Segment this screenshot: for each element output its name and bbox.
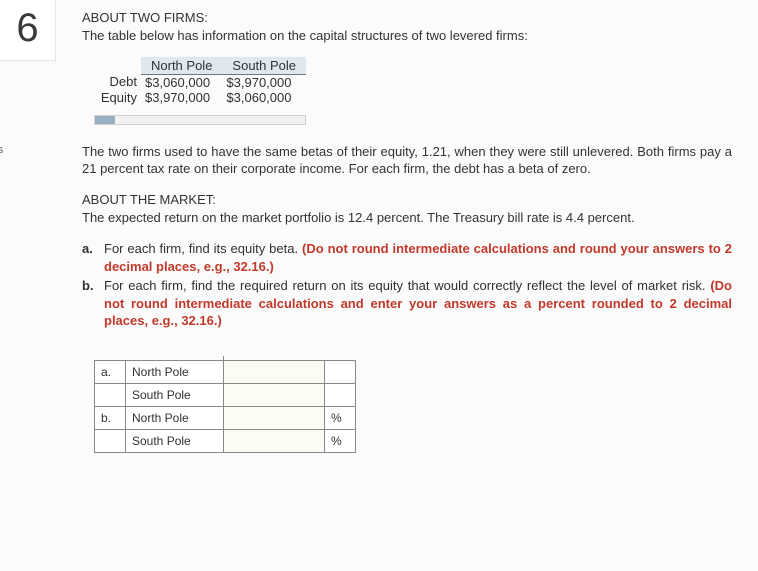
- question-a-text: For each firm, find its equity beta. (Do…: [104, 240, 732, 275]
- answer-part: [95, 383, 126, 406]
- points-label: oints: [0, 144, 3, 156]
- question-page: 6 oints ABOUT TWO FIRMS: The table below…: [0, 0, 758, 571]
- blank-header: [94, 57, 141, 75]
- cell-value: $3,060,000: [141, 74, 222, 90]
- answer-row: South Pole %: [95, 429, 356, 452]
- row-label: Debt: [94, 74, 141, 90]
- cell-value: $3,060,000: [222, 90, 306, 105]
- question-a: a. For each firm, find its equity beta. …: [82, 240, 732, 275]
- row-label: Equity: [94, 90, 141, 105]
- about-market-paragraph: The expected return on the market portfo…: [82, 209, 732, 227]
- answer-row: South Pole: [95, 383, 356, 406]
- row-equity: Equity $3,970,000 $3,060,000: [94, 90, 306, 105]
- answer-input-b-north[interactable]: [224, 409, 324, 427]
- answer-row: b. North Pole %: [95, 406, 356, 429]
- about-firms-heading: ABOUT TWO FIRMS:: [82, 10, 732, 25]
- capital-structure-table: North Pole South Pole Debt $3,060,000 $3…: [94, 57, 306, 105]
- horizontal-scrollbar[interactable]: [94, 115, 306, 125]
- cell-value: $3,970,000: [141, 90, 222, 105]
- question-content: ABOUT TWO FIRMS: The table below has inf…: [82, 10, 732, 453]
- answer-input-a-south[interactable]: [224, 386, 324, 404]
- row-debt: Debt $3,060,000 $3,970,000: [94, 74, 306, 90]
- about-market-heading: ABOUT THE MARKET:: [82, 192, 732, 207]
- answer-firm-name: North Pole: [126, 406, 224, 429]
- question-number: 6: [0, 0, 55, 56]
- question-b-pre: For each firm, find the required return …: [104, 278, 710, 293]
- answer-input-b-south[interactable]: [224, 432, 324, 450]
- question-b: b. For each firm, find the required retu…: [82, 277, 732, 330]
- answer-part: a.: [95, 360, 126, 383]
- answer-unit: [325, 360, 356, 383]
- answer-firm-name: North Pole: [126, 360, 224, 383]
- answer-input-a-north[interactable]: [224, 363, 324, 381]
- question-b-text: For each firm, find the required return …: [104, 277, 732, 330]
- answer-row: a. North Pole: [95, 360, 356, 383]
- col-north-pole: North Pole: [141, 57, 222, 75]
- answer-firm-name: South Pole: [126, 383, 224, 406]
- answer-part: b.: [95, 406, 126, 429]
- cell-value: $3,970,000: [222, 74, 306, 90]
- about-firms-intro: The table below has information on the c…: [82, 27, 732, 45]
- answer-table: a. North Pole South Pole b. North Pole %…: [94, 360, 356, 453]
- firms-paragraph: The two firms used to have the same beta…: [82, 143, 732, 178]
- answer-unit: %: [325, 406, 356, 429]
- answer-part: [95, 429, 126, 452]
- col-south-pole: South Pole: [222, 57, 306, 75]
- question-number-box: 6: [0, 0, 56, 61]
- answer-unit: [325, 383, 356, 406]
- answer-firm-name: South Pole: [126, 429, 224, 452]
- question-b-label: b.: [82, 277, 98, 330]
- question-a-label: a.: [82, 240, 98, 275]
- answer-unit: %: [325, 429, 356, 452]
- question-a-pre: For each firm, find its equity beta.: [104, 241, 302, 256]
